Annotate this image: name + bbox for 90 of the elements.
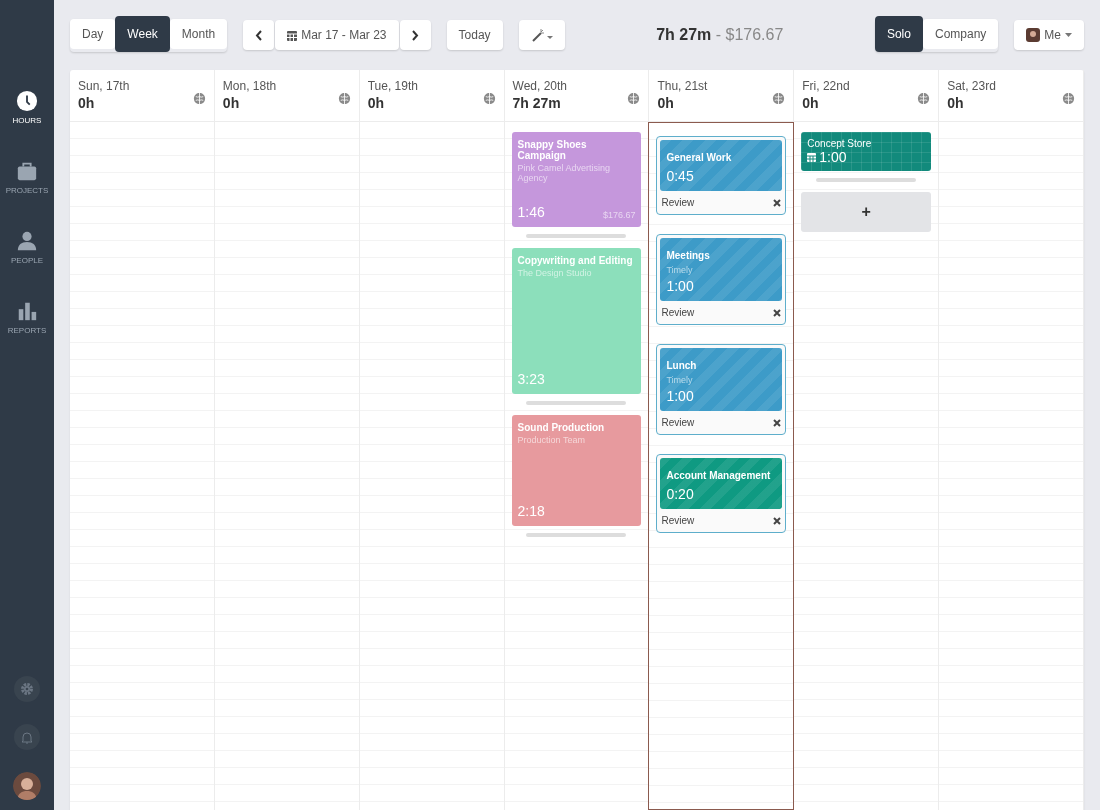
settings-icon — [20, 682, 34, 696]
view-tab[interactable]: Day — [70, 18, 116, 49]
entry-title: Concept Store — [807, 138, 873, 149]
entry-duration: 1:00 — [666, 388, 695, 404]
day-total: 0h — [802, 95, 820, 111]
close-icon[interactable] — [773, 516, 782, 525]
entry-title: Snappy Shoes Campaign — [517, 139, 588, 161]
entry-client: Timely — [666, 375, 694, 385]
suggested-entry[interactable]: Account Management 0:20 — [660, 458, 783, 509]
review-link[interactable]: Review — [661, 417, 695, 428]
resize-handle[interactable] — [526, 533, 627, 538]
magic-wand-button[interactable] — [518, 20, 565, 50]
day-total: 0h — [222, 95, 241, 111]
entry-duration: 1:46 — [517, 204, 545, 221]
view-tab[interactable]: Week — [115, 15, 170, 52]
day-total: 0h — [367, 95, 386, 111]
week-total: 7h 27m - $176.67 — [655, 26, 785, 44]
view-tab[interactable]: Month — [169, 18, 228, 49]
entry-duration: 0:45 — [666, 168, 695, 184]
day-total: 0h — [657, 95, 675, 111]
entry-title: Sound Production — [517, 421, 606, 433]
chevron-left-icon — [255, 29, 263, 41]
close-icon[interactable] — [773, 198, 782, 207]
entry-title: Copywriting and Editing — [517, 255, 634, 267]
magic-wand-icon — [530, 28, 553, 42]
day-name: Sat, 23rd — [947, 79, 996, 93]
day-name: Tue, 19th — [367, 79, 418, 93]
calendar-icon — [807, 152, 817, 162]
day-total: 0h — [78, 95, 96, 111]
entry-client: The Design Studio — [517, 268, 593, 279]
selected-day-column[interactable]: General Work 0:45 Review Meetings Timely 1:00 Review Lunch Timely 1:00 Review Account Management 0:20 Review — [648, 122, 795, 810]
day-total: 7h 27m — [512, 95, 562, 111]
chevron-right-icon — [411, 29, 419, 41]
today-button[interactable]: Today — [446, 20, 503, 50]
day-name: Wed, 20th — [512, 79, 568, 93]
scope-tab[interactable]: Solo — [874, 15, 923, 52]
scope-tab[interactable]: Company — [922, 18, 999, 49]
entry-title: Account Management — [666, 470, 771, 481]
sidebar-item[interactable]: HOURS — [12, 90, 42, 160]
resize-handle[interactable] — [816, 178, 917, 182]
settings-button[interactable] — [14, 676, 40, 702]
entry-duration: 3:23 — [517, 370, 545, 387]
clock-icon — [16, 90, 38, 112]
sidebar-item[interactable]: PEOPLE — [11, 230, 43, 300]
brain-icon[interactable] — [627, 92, 641, 105]
sidebar-item[interactable]: PROJECTS — [5, 160, 49, 230]
day-name: Mon, 18th — [222, 79, 277, 93]
review-link[interactable]: Review — [661, 307, 695, 318]
bar-chart-icon — [16, 300, 38, 322]
add-entry-button[interactable]: + — [801, 192, 932, 232]
entry-title: Lunch — [666, 360, 697, 371]
review-link[interactable]: Review — [661, 197, 695, 208]
day-total: 0h — [947, 95, 965, 111]
resize-handle[interactable] — [526, 234, 627, 239]
day-name: Fri, 22nd — [802, 79, 850, 93]
briefcase-icon — [16, 160, 38, 182]
entry-duration: 2:18 — [517, 503, 545, 520]
person-icon — [16, 230, 38, 252]
sidebar-item[interactable]: REPORTS — [7, 300, 47, 370]
resize-handle[interactable] — [526, 400, 627, 405]
brain-icon[interactable] — [772, 92, 786, 105]
close-icon[interactable] — [773, 418, 782, 427]
entry-duration: 0:20 — [666, 486, 695, 502]
entry-amount: $176.67 — [602, 210, 636, 221]
entry-duration: 1:00 — [819, 149, 847, 165]
user-menu-button[interactable]: Me — [1014, 20, 1084, 50]
user-avatar[interactable] — [13, 772, 41, 800]
user-avatar — [1026, 28, 1041, 42]
brain-icon[interactable] — [482, 92, 496, 105]
date-range-button[interactable]: Mar 17 - Mar 23 — [275, 20, 399, 50]
review-link[interactable]: Review — [661, 515, 695, 526]
day-name: Sun, 17th — [78, 79, 130, 93]
brain-icon[interactable] — [1062, 92, 1075, 105]
entry-title: General Work — [666, 152, 732, 163]
entry-client: Timely — [666, 265, 694, 275]
previous-button[interactable] — [243, 20, 275, 50]
notifications-button[interactable] — [14, 724, 40, 750]
next-button[interactable] — [399, 20, 431, 50]
planned-entry[interactable]: Concept Store 1:00 — [801, 132, 932, 171]
day-name: Thu, 21st — [657, 79, 708, 93]
bell-icon — [21, 730, 33, 744]
entry-client: Production Team — [517, 434, 586, 445]
entry-title: Meetings — [666, 250, 710, 261]
calendar-icon — [287, 29, 298, 41]
brain-icon[interactable] — [917, 92, 931, 105]
caret-icon — [1065, 33, 1072, 37]
brain-icon[interactable] — [337, 92, 351, 105]
brain-icon[interactable] — [192, 92, 206, 105]
entry-duration: 1:00 — [666, 278, 695, 294]
close-icon[interactable] — [773, 308, 782, 317]
